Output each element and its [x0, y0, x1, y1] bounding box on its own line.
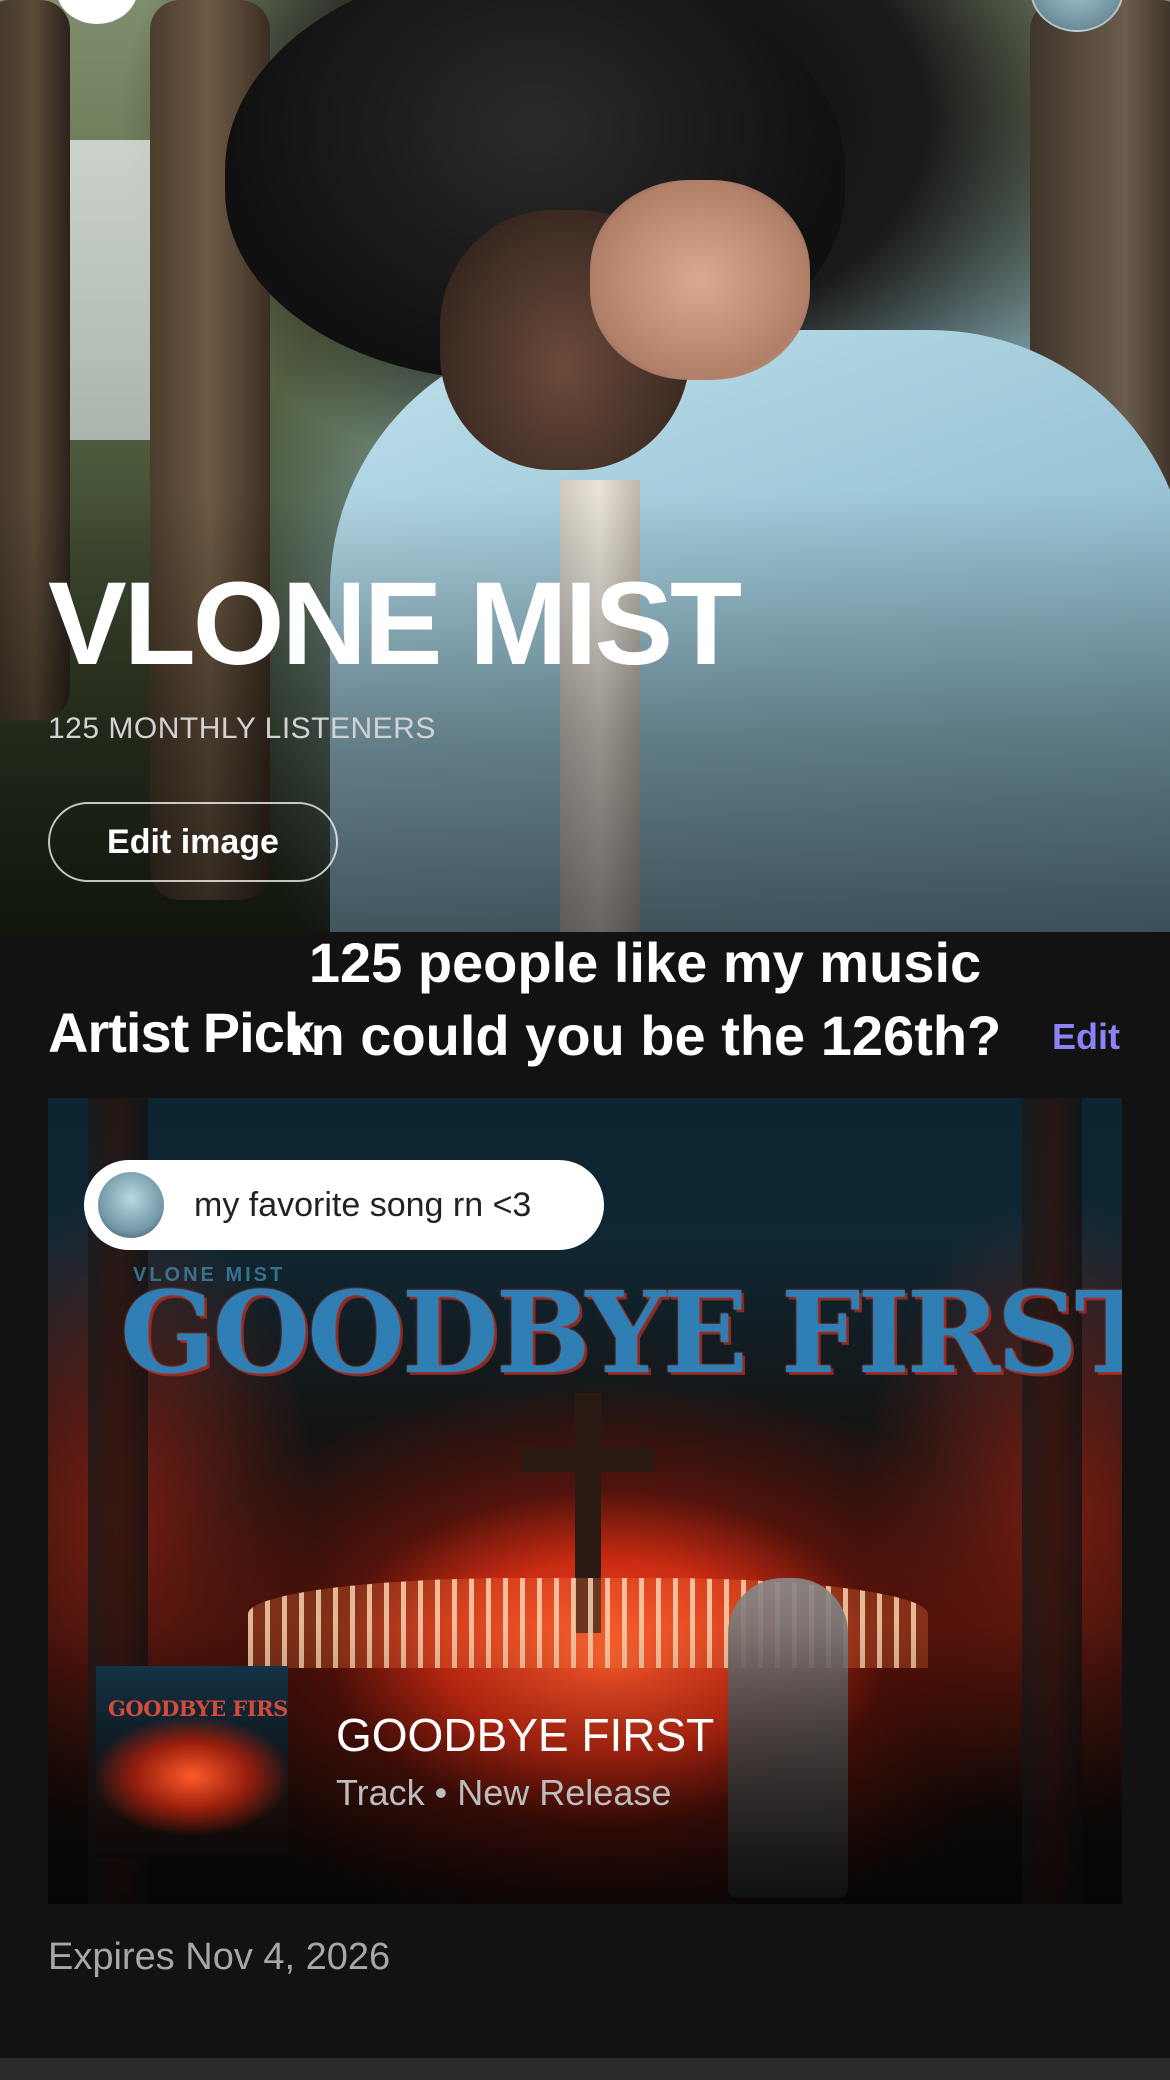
- artist-header-image: [0, 0, 1170, 932]
- edit-image-button[interactable]: Edit image: [48, 802, 338, 882]
- artist-pick-card[interactable]: VLONE MIST GOODBYE FIRST my favorite son…: [48, 1098, 1122, 1904]
- avatar: [98, 1172, 164, 1238]
- track-thumbnail[interactable]: GOODBYE FIRST: [96, 1666, 288, 1858]
- track-title[interactable]: GOODBYE FIRST: [336, 1708, 714, 1762]
- artist-pick-edit-button[interactable]: Edit: [1052, 1016, 1120, 1058]
- thumbnail-title-text: GOODBYE FIRST: [108, 1696, 288, 1721]
- track-meta: Track • New Release: [336, 1772, 672, 1813]
- comment-text: my favorite song rn <3: [194, 1185, 532, 1224]
- artist-pick-comment: my favorite song rn <3: [84, 1160, 604, 1250]
- artist-name: VLONE MIST: [48, 558, 742, 690]
- bottom-divider: [0, 2058, 1170, 2080]
- expiry-date: Expires Nov 4, 2026: [48, 1936, 391, 1978]
- caption-overlay: 125 people like my music rn could you be…: [288, 931, 1002, 1067]
- artist-pick-title: Artist Pick: [48, 1001, 315, 1064]
- monthly-listeners: 125 MONTHLY LISTENERS: [48, 712, 436, 745]
- cover-title-text: GOODBYE FIRST: [120, 1268, 1122, 1399]
